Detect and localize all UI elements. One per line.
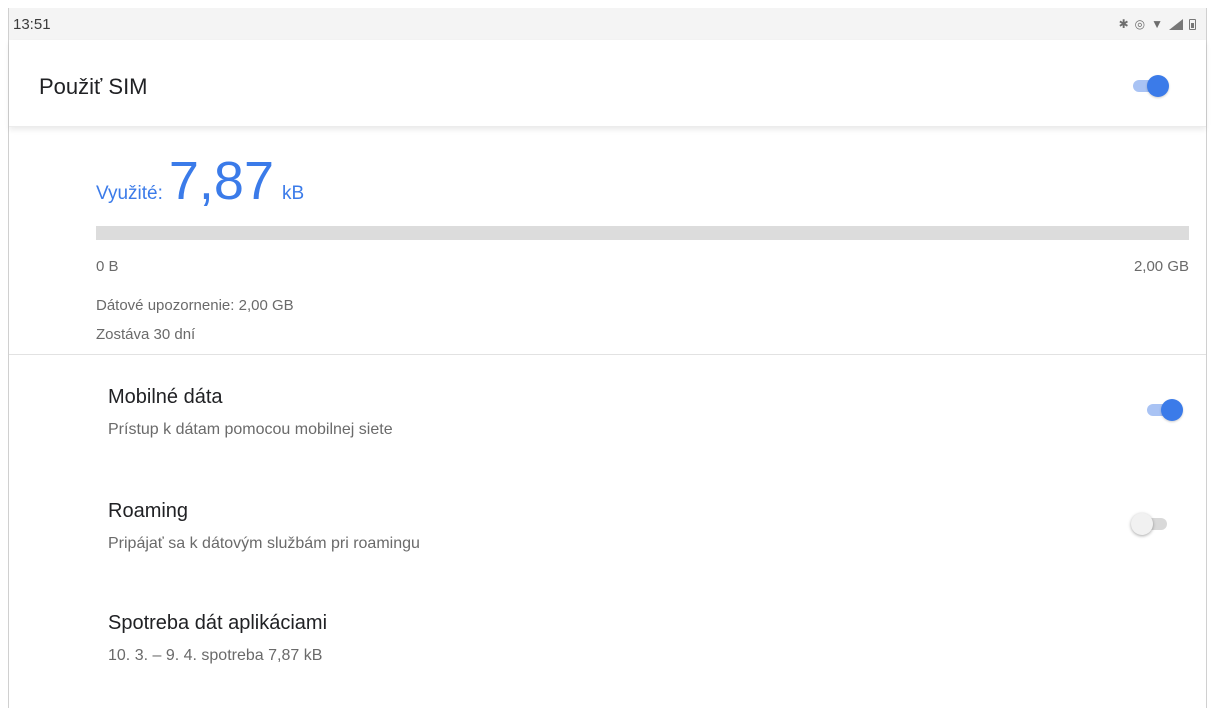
roaming-row[interactable]: Roaming Pripájať sa k dátovým službám pr… (9, 484, 1206, 584)
signal-icon (1169, 18, 1183, 30)
data-usage-summary: Využité: 7,87 kB (96, 154, 304, 208)
data-warning-text: Dátové upozornenie: 2,00 GB (96, 297, 294, 314)
roaming-subtitle: Pripájať sa k dátovým službám pri roamin… (108, 535, 420, 552)
toggle-thumb (1147, 75, 1169, 97)
roaming-toggle[interactable] (1131, 513, 1171, 535)
toggle-thumb (1161, 399, 1183, 421)
app-data-usage-row[interactable]: Spotreba dát aplikáciami 10. 3. – 9. 4. … (9, 596, 1206, 696)
status-icons: ✱ ◎ ▼ (1119, 17, 1196, 31)
wifi-icon: ▼ (1151, 17, 1163, 31)
app-data-usage-subtitle: 10. 3. – 9. 4. spotreba 7,87 kB (108, 647, 323, 664)
app-data-usage-title: Spotreba dát aplikáciami (108, 612, 328, 634)
use-sim-row[interactable]: Použiť SIM (9, 40, 1206, 127)
toggle-thumb (1131, 513, 1153, 535)
usage-value: 7,87 (168, 151, 274, 211)
use-sim-title: Použiť SIM (39, 74, 148, 99)
bluetooth-icon: ✱ (1118, 17, 1129, 31)
roaming-title: Roaming (108, 500, 189, 522)
section-divider (9, 354, 1206, 355)
window-right-border (1206, 8, 1207, 708)
status-time: 13:51 (13, 15, 51, 33)
status-bar: 13:51 ✱ ◎ ▼ (9, 8, 1206, 40)
mobile-data-title: Mobilné dáta (108, 386, 223, 408)
usage-label: Využité: (96, 183, 163, 204)
mobile-data-subtitle: Prístup k dátam pomocou mobilnej siete (108, 421, 393, 438)
usage-bar-max-label: 2,00 GB (1133, 258, 1189, 275)
use-sim-toggle[interactable] (1129, 75, 1169, 97)
mobile-data-toggle[interactable] (1143, 399, 1183, 421)
usage-unit: kB (282, 183, 305, 204)
days-remaining-text: Zostáva 30 dní (96, 326, 196, 343)
battery-icon (1189, 18, 1196, 30)
data-saver-icon: ◎ (1134, 17, 1146, 31)
usage-progress-bar (96, 226, 1189, 240)
usage-bar-min-label: 0 B (96, 258, 119, 275)
mobile-data-row[interactable]: Mobilné dáta Prístup k dátam pomocou mob… (9, 370, 1206, 470)
